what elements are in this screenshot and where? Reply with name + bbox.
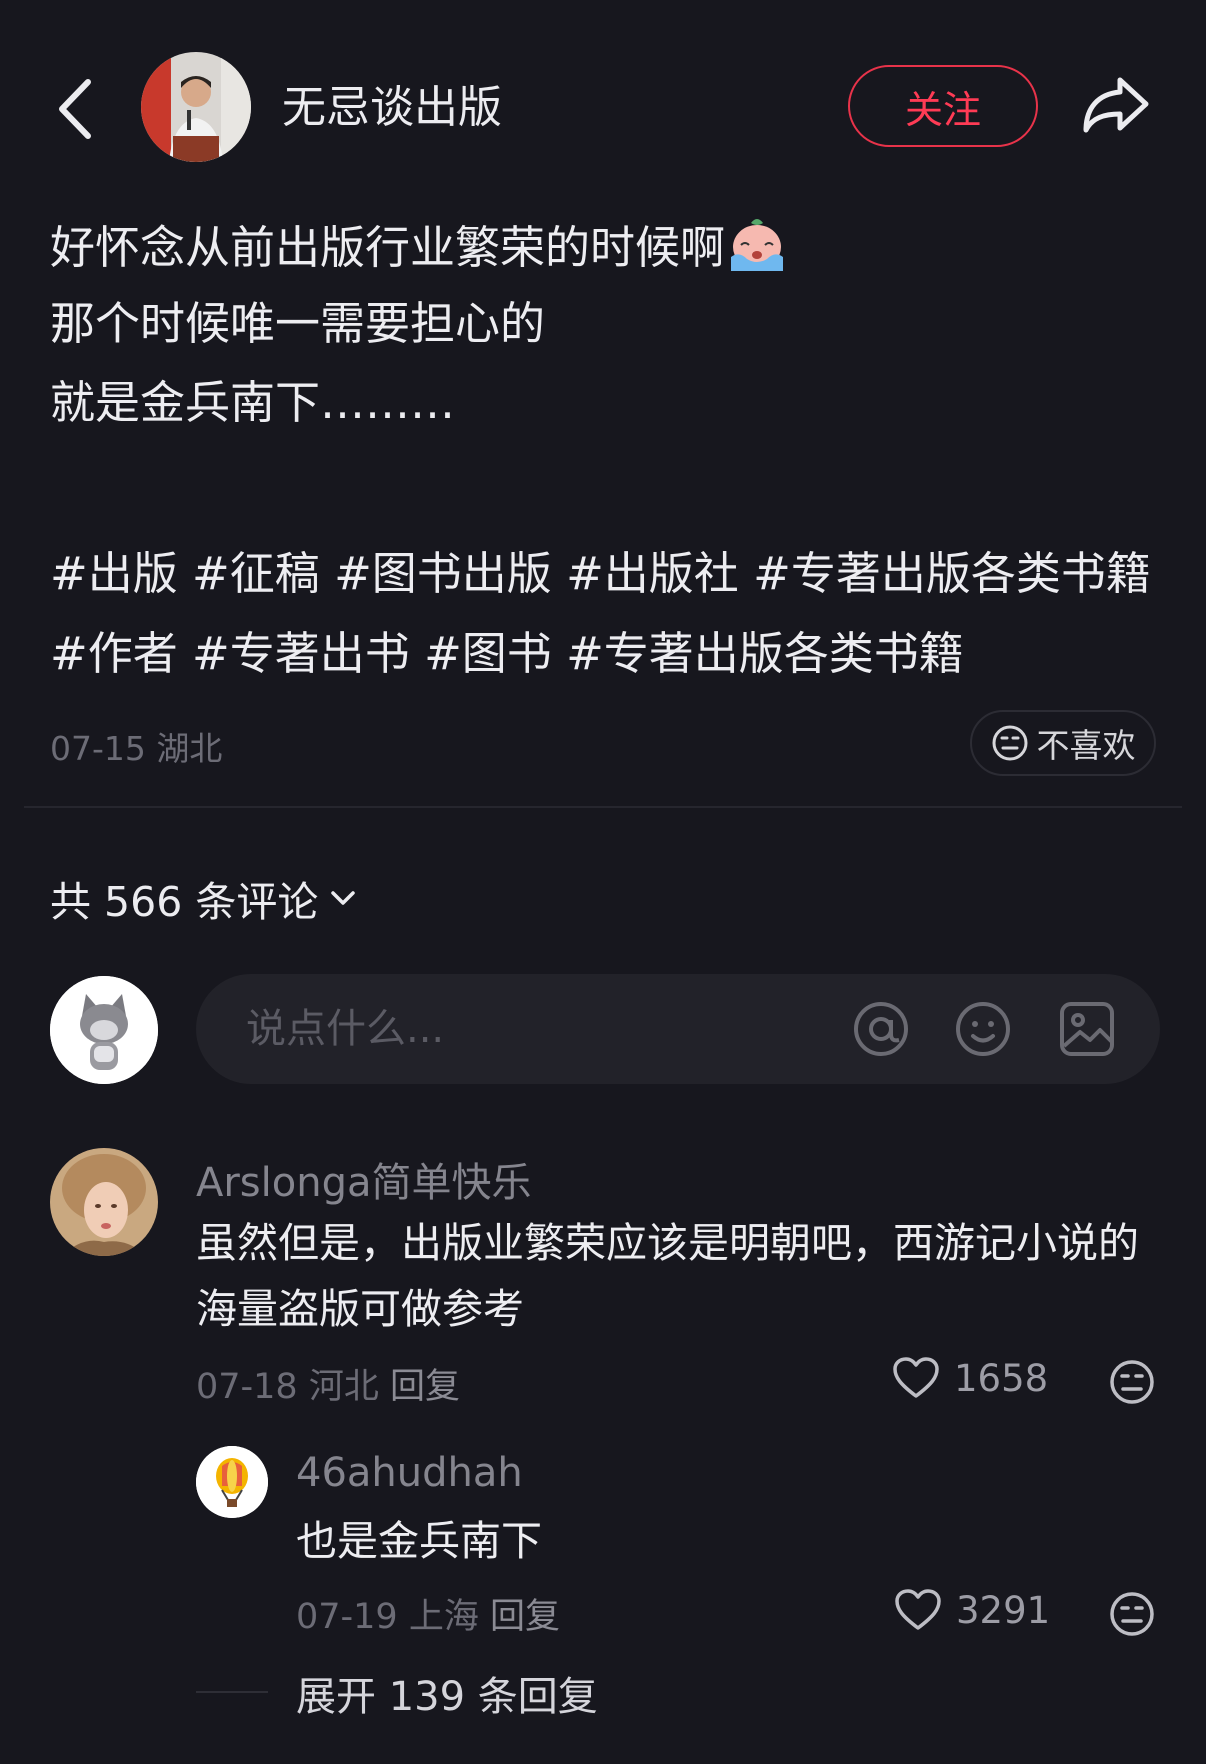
like-count: 1658 (954, 1356, 1049, 1400)
post-line-1: 好怀念从前出版行业繁荣的时候啊 (50, 215, 787, 286)
reply-like-count: 3291 (956, 1588, 1051, 1632)
comment-input-placeholder: 说点什么... (246, 1006, 445, 1052)
share-icon (1083, 77, 1149, 133)
emoji-icon[interactable] (954, 1000, 1012, 1058)
post-location: 湖北 (156, 729, 223, 768)
dislike-button[interactable]: 不喜欢 (970, 710, 1156, 776)
chevron-left-icon (59, 79, 91, 139)
replier-avatar[interactable] (196, 1446, 268, 1518)
reply-date: 07-19 (296, 1597, 398, 1637)
reply-like-button[interactable]: 3291 (894, 1588, 1050, 1632)
back-button[interactable] (52, 74, 98, 144)
crying-face-emoji (727, 215, 787, 286)
chevron-down-icon (331, 891, 356, 905)
hashtag[interactable]: #出版 (50, 547, 178, 600)
hashtag[interactable]: #图书出版 (334, 547, 552, 600)
reply-to-reply-button[interactable]: 回复 (490, 1597, 560, 1637)
expand-divider (196, 1691, 268, 1693)
author-name[interactable]: 无忌谈出版 (282, 80, 502, 136)
comment-meta: 07-18 河北 回复 (196, 1358, 460, 1409)
hashtag-list: #出版 #征稿 #图书出版 #出版社 #专著出版各类书籍 #作者 #专著出书 #… (50, 534, 1160, 694)
comment-text: 虽然但是，出版业繁荣应该是明朝吧，西游记小说的海量盗版可做参考 (196, 1219, 1139, 1333)
heart-icon (893, 1357, 939, 1398)
commenter-avatar[interactable] (50, 1148, 158, 1256)
like-button[interactable]: 1658 (892, 1356, 1048, 1400)
my-avatar[interactable] (50, 976, 158, 1084)
replier-name[interactable]: 46ahudhah (296, 1450, 523, 1496)
share-button[interactable] (1080, 72, 1152, 138)
dislike-label: 不喜欢 (1036, 726, 1136, 765)
image-icon[interactable] (1058, 1000, 1116, 1058)
reply-text: 也是金兵南下 (296, 1517, 542, 1565)
comment-input[interactable]: 说点什么... (196, 974, 1160, 1084)
post-line-3: 就是金兵南下……… (50, 376, 456, 429)
post-meta: 07-15 湖北 (50, 722, 222, 770)
author-avatar[interactable] (141, 52, 251, 162)
reply-meta: 07-19 上海 回复 (296, 1588, 560, 1639)
hashtag[interactable]: #专著出版各类书籍 (753, 547, 1151, 600)
post-date: 07-15 (50, 729, 146, 768)
expand-replies-button[interactable]: 展开 139 条回复 (296, 1664, 598, 1722)
hashtag[interactable]: #作者 (50, 627, 178, 680)
post-line-2: 那个时候唯一需要担心的 (50, 297, 546, 350)
comment-date: 07-18 (196, 1367, 298, 1407)
dislike-comment-icon[interactable] (1108, 1358, 1156, 1406)
comment-location: 河北 (308, 1367, 379, 1407)
divider (24, 806, 1182, 808)
hashtag[interactable]: #图书 (424, 627, 552, 680)
comment-count-label: 共 566 条评论 (50, 878, 319, 926)
commenter-name[interactable]: Arslonga简单快乐 (196, 1150, 532, 1208)
at-mention-icon[interactable] (852, 1000, 910, 1058)
hashtag[interactable]: #出版社 (566, 547, 739, 600)
comment-count-toggle[interactable]: 共 566 条评论 (50, 868, 358, 928)
hashtag[interactable]: #专著出版各类书籍 (566, 627, 964, 680)
hashtag[interactable]: #专著出书 (192, 627, 410, 680)
hashtag[interactable]: #征稿 (192, 547, 320, 600)
reply-location: 上海 (408, 1597, 479, 1637)
reply-button[interactable]: 回复 (390, 1367, 460, 1407)
follow-button[interactable]: 关注 (848, 65, 1038, 147)
neutral-face-icon (992, 725, 1027, 761)
dislike-reply-icon[interactable] (1108, 1590, 1156, 1638)
heart-icon (895, 1589, 941, 1630)
